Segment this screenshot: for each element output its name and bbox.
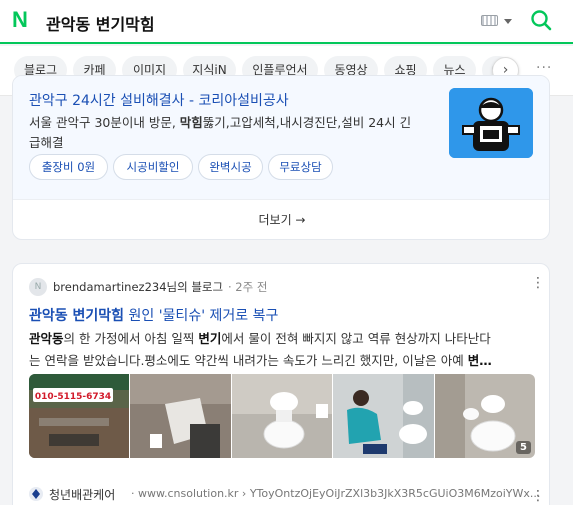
next-result-header: 청년배관케어 · www.cnsolution.kr › YToyOntzOjE…: [29, 486, 549, 505]
blog-author[interactable]: brendamartinez234님의 블로그: [53, 279, 223, 295]
site-name[interactable]: 청년배관케어: [49, 486, 115, 503]
post-thumbnail-2[interactable]: [130, 374, 231, 458]
ad-title[interactable]: 관악구 24시간 설비해결사 - 코리아설비공사: [29, 90, 289, 110]
ad-chip-discount[interactable]: 시공비할인: [113, 154, 193, 180]
post-snippet: 관악동의 한 가정에서 아침 일찍 변기에서 물이 전혀 빠지지 않고 역류 현…: [29, 331, 492, 368]
post-image-strip[interactable]: 010-5115-6734 5: [29, 374, 535, 458]
post-thumbnail-4[interactable]: [333, 374, 434, 458]
post-title[interactable]: 관악동 변기막힘 원인 '물티슈' 제거로 복구: [29, 305, 278, 325]
ad-description-line1: 서울 관악구 30분이내 방문, 막힘뚫기,고압세척,내시경진단,설비 24시 …: [29, 115, 412, 130]
ad-content: 관악구 24시간 설비해결사 - 코리아설비공사 서울 관악구 30분이내 방문…: [13, 76, 549, 199]
post-thumbnail-5[interactable]: 5: [435, 374, 535, 458]
post-thumbnail-3[interactable]: [232, 374, 332, 458]
kebab-menu-icon[interactable]: ⋮: [531, 489, 545, 503]
kebab-menu-icon[interactable]: ⋮: [531, 276, 545, 290]
naver-logo[interactable]: N: [12, 9, 28, 31]
keyboard-icon[interactable]: [481, 15, 498, 26]
see-more-button[interactable]: 더보기 →: [13, 199, 549, 239]
blog-result-card: N brendamartinez234님의 블로그 · 2주 전 ⋮ 관악동 변…: [12, 263, 550, 505]
image-count-badge: 5: [516, 441, 531, 454]
ad-chip-complete[interactable]: 완벽시공: [198, 154, 263, 180]
chevron-down-icon[interactable]: [504, 19, 512, 24]
top-search-bar: N 관악동 변기막힘: [0, 0, 573, 44]
more-options-icon[interactable]: ···: [536, 60, 552, 76]
plumber-illustration: [449, 88, 533, 158]
search-query-text[interactable]: 관악동 변기막힘: [46, 11, 155, 35]
ad-chip-consult[interactable]: 무료상담: [268, 154, 333, 180]
ad-plumber-image[interactable]: [449, 88, 533, 158]
search-icon[interactable]: [530, 9, 552, 31]
post-thumbnail-1[interactable]: 010-5115-6734: [29, 374, 129, 458]
search-results-page: N 관악동 변기막힘 블로그 카페 이미지 지식iN 인플루언서 동영상 쇼핑 …: [0, 0, 573, 505]
thumb-phone-text: 010-5115-6734: [35, 392, 111, 402]
ad-description-line2: 급해결: [29, 135, 64, 150]
ad-result-card: 관악구 24시간 설비해결사 - 코리아설비공사 서울 관악구 30분이내 방문…: [12, 75, 550, 240]
site-url[interactable]: · www.cnsolution.kr › YToyOntzOjEyOiJrZX…: [131, 487, 540, 500]
site-logo-icon: [29, 487, 43, 501]
post-time: · 2주 전: [228, 280, 268, 294]
avatar[interactable]: N: [29, 278, 47, 296]
ad-chip-fee[interactable]: 출장비 0원: [29, 154, 108, 180]
